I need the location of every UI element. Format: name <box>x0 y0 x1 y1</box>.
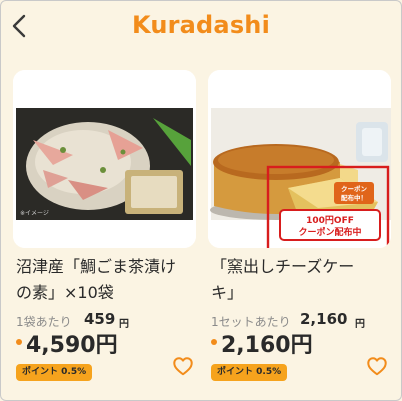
product-image-card[interactable]: クーポン 配布中！ 100円OFF クーポン配布中 <box>208 70 391 248</box>
product-title-line1: 沼津産「鯛ごま茶漬け <box>16 257 177 276</box>
product-image-tai-chazuke: ※イメージ <box>13 70 196 248</box>
product-title[interactable]: 沼津産「鯛ごま茶漬け の素」×10袋 <box>16 254 194 306</box>
product-price: 2,160円 <box>221 333 313 358</box>
kuradashi-logo[interactable]: Kuradashi <box>0 11 402 39</box>
app-header: Kuradashi <box>0 0 402 52</box>
per-unit-yen: 円 <box>119 319 129 330</box>
product-image-cheesecake: クーポン 配布中！ 100円OFF クーポン配布中 <box>208 70 391 248</box>
points-badge: ポイント 0.5% <box>16 364 93 381</box>
points-badge: ポイント 0.5% <box>211 364 288 381</box>
per-unit-price: 2,160 <box>300 310 348 328</box>
heart-icon <box>173 357 193 376</box>
favorite-button[interactable] <box>366 355 388 377</box>
product-title[interactable]: 「窯出しチーズケー キ」 <box>211 254 389 306</box>
coupon-tag-line2: 配布中！ <box>341 193 367 202</box>
product-price: 4,590円 <box>26 333 118 358</box>
product-title-line1: 「窯出しチーズケー <box>211 257 355 276</box>
product-title-line2: の素」×10袋 <box>16 283 114 302</box>
coupon-tag-line1: クーポン <box>341 184 368 193</box>
per-unit-yen: 円 <box>355 319 365 330</box>
price-dot <box>16 339 22 345</box>
coupon-banner-line1: 100円OFF <box>306 215 354 226</box>
favorite-button[interactable] <box>172 355 194 377</box>
image-caption: ※イメージ <box>20 210 49 217</box>
product-image-card[interactable]: ※イメージ <box>13 70 196 248</box>
per-unit-price: 459 <box>84 310 116 328</box>
price-dot <box>211 339 217 345</box>
heart-icon <box>367 357 387 376</box>
product-title-line2: キ」 <box>211 283 244 302</box>
coupon-banner-line2: クーポン配布中 <box>298 226 361 238</box>
